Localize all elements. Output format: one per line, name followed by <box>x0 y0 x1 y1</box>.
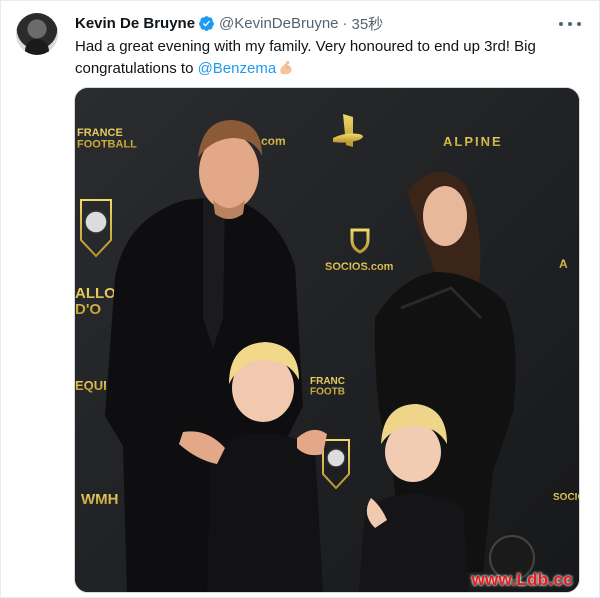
header-separator: · <box>342 14 348 32</box>
author-handle[interactable]: @KevinDeBruyne <box>219 15 338 32</box>
tweet-timestamp[interactable]: 35秒 <box>352 13 384 34</box>
tweet-header: Kevin De Bruyne @KevinDeBruyne · 35秒 <box>75 13 383 33</box>
verified-badge-icon <box>199 15 214 31</box>
photo-canvas: FRANCE FOOTBALL com ALPINE SOCIOS.com ALL… <box>75 88 579 592</box>
more-dot-icon <box>577 22 581 26</box>
watermark: www.Ldb.cc <box>471 570 573 589</box>
more-options-button[interactable] <box>559 15 581 33</box>
tweet-card[interactable]: Kevin De Bruyne @KevinDeBruyne · 35秒 Had… <box>0 0 600 598</box>
mention-link[interactable]: @Benzema <box>198 60 277 77</box>
backdrop-socio-right: SOCIO <box>553 492 579 503</box>
backdrop-a-right: A <box>559 257 568 271</box>
more-dot-icon <box>559 22 563 26</box>
tweet-text-body: Had a great evening with my family. Very… <box>75 38 536 77</box>
more-dot-icon <box>568 22 572 26</box>
backdrop-socios: SOCIOS.com <box>325 261 394 273</box>
author-avatar[interactable] <box>16 13 58 55</box>
backdrop-com: com <box>261 134 286 148</box>
author-name[interactable]: Kevin De Bruyne <box>75 15 195 32</box>
backdrop-france-mid: FRANC FOOTB <box>310 376 345 398</box>
tweet-text: Had a great evening with my family. Very… <box>75 36 575 80</box>
backdrop-alpine: ALPINE <box>443 134 503 149</box>
flexed-biceps-icon <box>280 60 292 75</box>
backdrop-wmh: WMH <box>81 491 119 508</box>
tweet-photo[interactable]: FRANCE FOOTBALL com ALPINE SOCIOS.com ALL… <box>74 87 580 593</box>
